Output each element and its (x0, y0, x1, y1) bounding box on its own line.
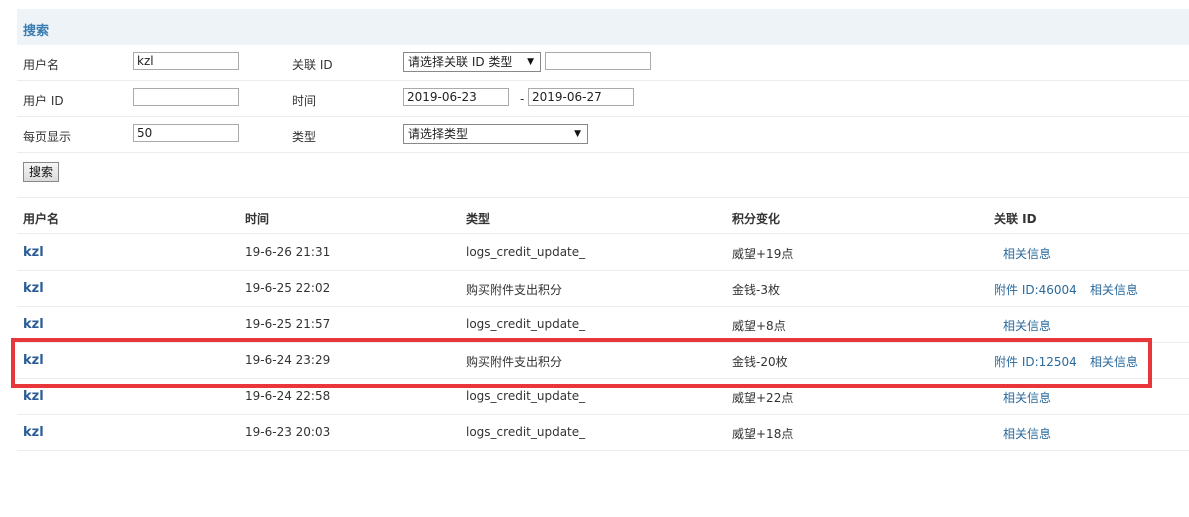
search-panel-header: 搜索 (17, 9, 1189, 45)
row-credit-change: 金钱-3枚 (732, 283, 780, 297)
user-link[interactable]: kzl (23, 425, 44, 440)
date-from-input[interactable]: 2019-06-23 (403, 88, 509, 106)
related-info-link[interactable]: 相关信息 (1090, 281, 1138, 298)
per-page-input[interactable]: 50 (133, 124, 239, 142)
date-separator: - (520, 92, 525, 106)
type-select[interactable]: 请选择类型 ▼ (403, 124, 588, 144)
date-to-input[interactable]: 2019-06-27 (528, 88, 634, 106)
user-id-label: 用户 ID (23, 94, 64, 108)
row-time: 19-6-25 22:02 (245, 281, 331, 295)
form-row-perpage: 每页显示 50 类型 请选择类型 ▼ (17, 117, 1189, 153)
row-time: 19-6-25 21:57 (245, 317, 331, 331)
row-credit-change: 威望+22点 (732, 391, 794, 405)
chevron-down-icon: ▼ (574, 129, 581, 139)
related-id-input[interactable] (545, 52, 651, 70)
row-type: logs_credit_update_ (466, 389, 586, 403)
row-time: 19-6-24 22:58 (245, 389, 331, 403)
row-credit-change: 威望+19点 (732, 247, 794, 261)
related-info-link[interactable]: 相关信息 (1003, 317, 1051, 334)
related-id-type-select[interactable]: 请选择关联 ID 类型 ▼ (403, 52, 541, 72)
row-type: 购买附件支出积分 (466, 283, 563, 297)
form-row-username: 用户名 kzl 关联 ID 请选择关联 ID 类型 ▼ (17, 45, 1189, 81)
highlight-box (11, 338, 1152, 388)
row-type: logs_credit_update_ (466, 425, 586, 439)
col-header-type: 类型 (466, 212, 491, 226)
divider (17, 197, 1189, 198)
row-credit-change: 威望+18点 (732, 427, 794, 441)
search-button[interactable]: 搜索 (23, 162, 59, 182)
related-info-link[interactable]: 相关信息 (1003, 389, 1051, 406)
username-input[interactable]: kzl (133, 52, 239, 70)
form-row-userid: 用户 ID 时间 2019-06-23 - 2019-06-27 (17, 81, 1189, 117)
type-label: 类型 (292, 130, 317, 144)
table-row: kzl 19-6-23 20:03 logs_credit_update_ 威望… (17, 414, 1189, 451)
search-title: 搜索 (23, 24, 50, 39)
user-link[interactable]: kzl (23, 317, 44, 332)
time-label: 时间 (292, 94, 317, 108)
per-page-label: 每页显示 (23, 130, 72, 144)
attachment-id-link[interactable]: 附件 ID:46004 (994, 281, 1077, 298)
related-info-link[interactable]: 相关信息 (1003, 425, 1051, 442)
user-id-input[interactable] (133, 88, 239, 106)
username-label: 用户名 (23, 58, 60, 72)
chevron-down-icon: ▼ (527, 57, 534, 67)
col-header-user: 用户名 (23, 212, 60, 226)
table-row: kzl 19-6-25 22:02 购买附件支出积分 金钱-3枚 附件 ID:4… (17, 270, 1189, 307)
related-id-label: 关联 ID (292, 58, 333, 72)
row-credit-change: 威望+8点 (732, 319, 786, 333)
col-header-credit-change: 积分变化 (732, 212, 781, 226)
user-link[interactable]: kzl (23, 245, 44, 260)
table-row: kzl 19-6-26 21:31 logs_credit_update_ 威望… (17, 234, 1189, 271)
user-link[interactable]: kzl (23, 389, 44, 404)
col-header-time: 时间 (245, 212, 270, 226)
row-type: logs_credit_update_ (466, 245, 586, 259)
user-link[interactable]: kzl (23, 281, 44, 296)
col-header-related-id: 关联 ID (994, 212, 1037, 226)
row-time: 19-6-26 21:31 (245, 245, 331, 259)
row-time: 19-6-23 20:03 (245, 425, 331, 439)
row-type: logs_credit_update_ (466, 317, 586, 331)
related-info-link[interactable]: 相关信息 (1003, 245, 1051, 262)
